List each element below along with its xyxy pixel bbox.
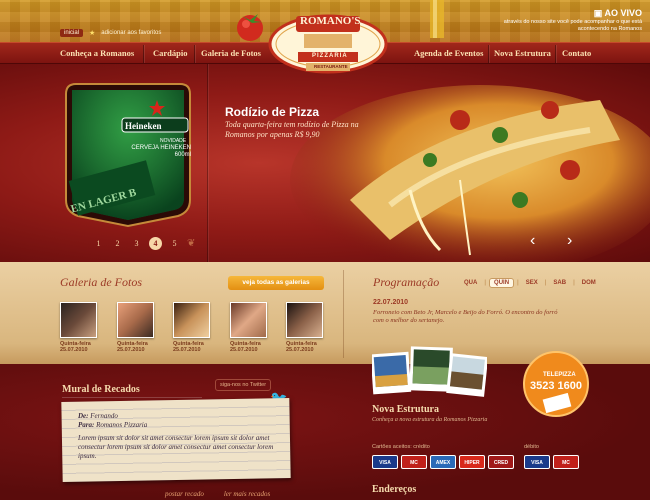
gallery-caption: Quinta-feira 25.07.2010 — [60, 341, 91, 353]
nav-divider — [488, 45, 489, 63]
nav-cardapio[interactable]: Cardápio — [153, 48, 187, 58]
credicard-icon: CRED — [488, 455, 514, 469]
visa-debit-icon: VISA — [524, 455, 550, 469]
logo-sub2: RESTAURANTE — [314, 64, 348, 69]
home-link[interactable]: inicial — [60, 29, 84, 37]
tomato-icon — [237, 14, 263, 41]
ad-desc: CERVEJA HEINEKEN 600ml — [131, 145, 191, 158]
ad-brand: Heineken — [125, 121, 162, 131]
gallery-thumb[interactable] — [117, 302, 154, 338]
tab-divider: | — [573, 280, 575, 286]
live-title: ▣ AO VIVO — [593, 8, 642, 18]
nova-estrutura-title: Nova Estrutura — [372, 404, 439, 415]
debit-cards-label: débito — [524, 444, 539, 450]
camera-icon: ▣ — [593, 8, 603, 18]
enderecos-title: Endereços — [372, 484, 417, 495]
post-message-link[interactable]: postar recado — [165, 490, 204, 498]
hipercard-icon: HIPER — [459, 455, 485, 469]
gallery-thumb[interactable] — [60, 302, 97, 338]
gallery-caption: Quinta-feira 25.07.2010 — [173, 341, 204, 353]
event-date: 22.07.2010 — [373, 299, 409, 306]
gallery-thumb[interactable] — [286, 302, 323, 338]
gallery-title: Galeria de Fotos — [60, 275, 142, 289]
gallery-thumb[interactable] — [173, 302, 210, 338]
telepizza-label: TELEPIZZA — [543, 372, 576, 378]
day-tabs: QUA | QUIN | SEX | SAB | DOM — [460, 278, 600, 288]
ornament-icon: ❦ — [187, 238, 196, 249]
mastercard-icon: MC — [401, 455, 427, 469]
nav-divider — [143, 45, 144, 63]
tab-dom[interactable]: DOM — [578, 279, 600, 287]
nav-divider — [194, 45, 195, 63]
nav-contato[interactable]: Contato — [562, 48, 591, 58]
gallery-caption: Quinta-feira 25.07.2010 — [230, 341, 261, 353]
oil-bottle-icon — [430, 0, 444, 38]
nav-agenda[interactable]: Agenda de Eventos — [414, 48, 483, 58]
gallery-caption: Quinta-feira 25.07.2010 — [117, 341, 148, 353]
top-links: inicial ★ adicionar aos favoritos — [60, 29, 161, 37]
twitter-follow-button[interactable]: siga-nos no Twitter — [215, 379, 272, 391]
nova-estrutura-desc: Conheça a nova estrutura da Romanos Pizz… — [372, 417, 488, 423]
read-more-link[interactable]: ler mais recados — [224, 490, 270, 498]
message-content: De: Fernando Para: Romanos Pizzaria Lore… — [78, 412, 274, 460]
logo-sub1: PIZZARIA — [312, 53, 348, 59]
nav-nova-estrutura[interactable]: Nova Estrutura — [494, 48, 551, 58]
slide-pager: 1 2 3 4 5 ❦ — [92, 237, 195, 250]
gallery-caption: Quinta-feira 25.07.2010 — [286, 341, 317, 353]
tab-divider: | — [517, 280, 519, 286]
telepizza-phone: 3523 1600 — [530, 380, 582, 392]
all-galleries-button[interactable]: veja todas as galerias — [228, 276, 324, 290]
nova-estrutura-photos[interactable] — [372, 345, 487, 403]
credit-cards-label: Cartões aceitos: crédito — [372, 444, 430, 450]
middle-divider — [343, 270, 344, 358]
maestro-icon: MC — [553, 455, 579, 469]
nav-divider — [555, 45, 556, 63]
hero-divider — [207, 64, 208, 262]
event-description: Forroneio com Beto Jr, Marcelo e Beijo d… — [373, 309, 558, 324]
tab-divider: | — [544, 280, 547, 286]
tab-sex[interactable]: SEX — [522, 279, 542, 287]
slide-dot-1[interactable]: 1 — [92, 237, 105, 250]
mural-title: Mural de Recados — [62, 384, 140, 395]
tab-qua[interactable]: QUA — [460, 279, 481, 287]
gallery-thumb[interactable] — [230, 302, 267, 338]
tab-quin[interactable]: QUIN — [489, 278, 515, 288]
programacao-title: Programação — [373, 275, 440, 289]
logo-name: ROMANO'S — [300, 15, 361, 27]
nav-conheca[interactable]: Conheça a Romanos — [60, 48, 134, 58]
slide-dot-4[interactable]: 4 — [149, 237, 162, 250]
favorites-link[interactable]: adicionar aos favoritos — [101, 30, 161, 36]
next-slide-icon[interactable]: › — [567, 232, 572, 250]
prev-slide-icon[interactable]: ‹ — [530, 232, 535, 250]
slide-dot-2[interactable]: 2 — [111, 237, 124, 250]
mural-links: postar recado ler mais recados — [165, 490, 270, 498]
tab-sab[interactable]: SAB — [549, 279, 570, 287]
live-description: através do nosso site você pode acompanh… — [503, 19, 642, 32]
slide-description: Toda quarta-feira tem rodízio de Pizza n… — [225, 120, 359, 139]
slide-dot-3[interactable]: 3 — [130, 237, 143, 250]
mural-underline — [62, 397, 202, 398]
nav-galeria[interactable]: Galeria de Fotos — [201, 48, 261, 58]
tab-divider: | — [484, 280, 487, 286]
amex-card-icon: AMEX — [430, 455, 456, 469]
slide-title: Rodízio de Pizza — [225, 105, 320, 119]
ad-tag: NOVIDADE — [160, 138, 187, 144]
live-box[interactable]: ▣ AO VIVO através do nosso site você pod… — [502, 8, 642, 33]
star-icon: ★ — [89, 30, 96, 37]
slide-dot-5[interactable]: 5 — [168, 237, 181, 250]
visa-card-icon: VISA — [372, 455, 398, 469]
